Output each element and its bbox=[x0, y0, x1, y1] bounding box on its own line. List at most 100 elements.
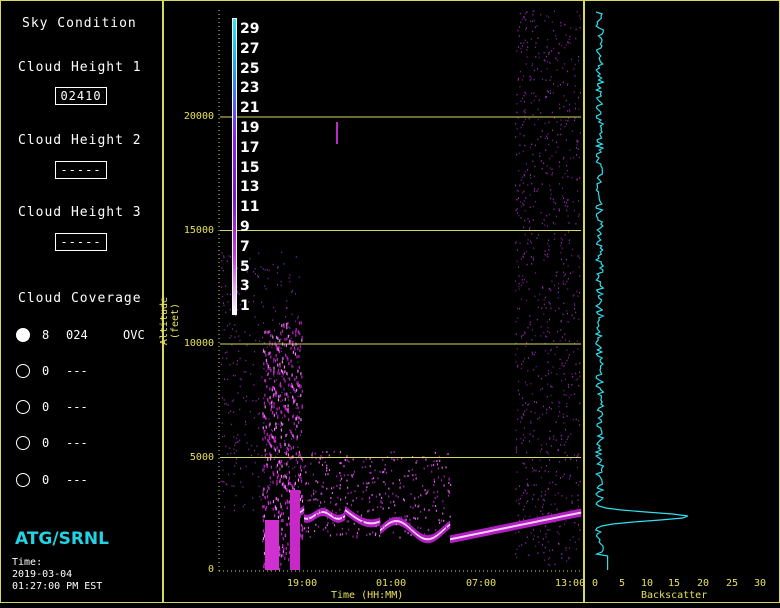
echo-speck bbox=[409, 522, 411, 525]
echo-speck bbox=[318, 504, 321, 507]
noise-speck bbox=[571, 58, 573, 61]
echo-plume bbox=[273, 386, 275, 389]
noise-speck bbox=[532, 63, 533, 65]
noise-speck bbox=[525, 250, 527, 253]
echo-plume bbox=[270, 408, 272, 412]
noise-speck bbox=[533, 484, 535, 486]
echo-plume bbox=[274, 427, 276, 431]
noise-speck bbox=[532, 470, 534, 473]
echo-plume bbox=[272, 335, 274, 339]
echo-plume bbox=[264, 350, 266, 354]
noise-speck bbox=[532, 352, 533, 354]
noise-speck bbox=[547, 453, 549, 455]
echo-plume bbox=[284, 501, 287, 505]
noise-speck bbox=[559, 340, 561, 342]
noise-speck bbox=[549, 437, 551, 439]
noise-speck bbox=[537, 299, 539, 301]
noise-speck bbox=[233, 448, 235, 451]
noise-speck bbox=[266, 453, 268, 455]
noise-speck bbox=[526, 27, 527, 29]
noise-speck bbox=[548, 249, 550, 251]
echo-plume bbox=[282, 475, 284, 479]
echo-plume bbox=[273, 413, 275, 417]
noise-speck bbox=[548, 369, 550, 372]
echo-plume bbox=[267, 365, 270, 368]
echo-plume bbox=[297, 406, 299, 410]
noise-speck bbox=[534, 188, 536, 190]
noise-speck bbox=[292, 403, 294, 405]
echo-plume bbox=[281, 519, 283, 523]
noise-speck bbox=[555, 38, 557, 40]
noise-speck bbox=[541, 307, 543, 309]
noise-speck bbox=[579, 375, 581, 378]
noise-speck bbox=[229, 410, 231, 412]
noise-speck bbox=[549, 167, 551, 169]
noise-speck bbox=[561, 242, 562, 244]
noise-speck bbox=[561, 438, 563, 440]
noise-speck bbox=[529, 226, 531, 228]
echo-speck bbox=[374, 534, 376, 537]
echo-plume bbox=[290, 346, 292, 350]
noise-speck bbox=[295, 428, 297, 431]
noise-speck bbox=[546, 67, 548, 70]
noise-speck bbox=[258, 276, 259, 278]
noise-speck bbox=[531, 329, 533, 331]
noise-speck bbox=[572, 248, 574, 251]
echo-speck bbox=[439, 459, 441, 462]
noise-speck bbox=[542, 405, 544, 408]
echo-speck bbox=[419, 510, 422, 513]
noise-speck bbox=[226, 483, 228, 486]
noise-speck bbox=[528, 117, 530, 120]
noise-speck bbox=[577, 505, 579, 508]
noise-speck bbox=[539, 416, 540, 419]
noise-speck bbox=[548, 53, 550, 55]
noise-speck bbox=[258, 427, 260, 429]
echo-speck bbox=[375, 495, 377, 498]
noise-speck bbox=[540, 326, 542, 328]
noise-speck bbox=[252, 300, 254, 303]
echo-speck bbox=[407, 532, 409, 534]
echo-plume bbox=[272, 500, 275, 504]
noise-speck bbox=[568, 556, 570, 558]
noise-speck bbox=[549, 318, 550, 321]
noise-speck bbox=[234, 504, 235, 506]
noise-speck bbox=[227, 301, 229, 303]
noise-speck bbox=[516, 451, 518, 454]
noise-speck bbox=[243, 397, 245, 399]
echo-plume bbox=[300, 418, 302, 422]
noise-speck bbox=[522, 182, 524, 184]
noise-speck bbox=[523, 226, 525, 229]
noise-speck bbox=[544, 122, 546, 125]
noise-speck bbox=[546, 135, 548, 137]
echo-speck bbox=[348, 528, 350, 531]
echo-speck bbox=[322, 481, 325, 484]
noise-speck bbox=[537, 498, 539, 501]
echo-speck bbox=[329, 534, 332, 537]
echo-speck bbox=[305, 519, 307, 522]
echo-plume bbox=[290, 359, 292, 363]
noise-speck bbox=[222, 295, 224, 298]
noise-speck bbox=[537, 188, 539, 190]
echo-speck bbox=[305, 530, 307, 533]
echo-plume bbox=[275, 426, 277, 429]
noise-speck bbox=[234, 444, 236, 447]
noise-speck bbox=[220, 480, 222, 483]
noise-speck bbox=[295, 407, 297, 409]
echo-plume bbox=[263, 362, 265, 366]
echo-plume bbox=[269, 402, 271, 406]
echo-speck bbox=[381, 502, 383, 504]
noise-speck bbox=[555, 35, 557, 37]
echo-plume bbox=[286, 462, 288, 466]
echo-plume bbox=[286, 506, 288, 510]
echo-speck bbox=[326, 467, 328, 470]
noise-speck bbox=[229, 337, 231, 339]
echo-plume bbox=[286, 523, 288, 527]
echo-plume bbox=[291, 373, 293, 377]
echo-speck bbox=[435, 509, 437, 512]
echo-speck bbox=[382, 458, 384, 461]
echo-speck bbox=[372, 508, 374, 511]
echo-plume bbox=[267, 500, 269, 504]
noise-speck bbox=[523, 518, 525, 520]
echo-plume bbox=[263, 414, 265, 418]
noise-speck bbox=[576, 11, 578, 13]
